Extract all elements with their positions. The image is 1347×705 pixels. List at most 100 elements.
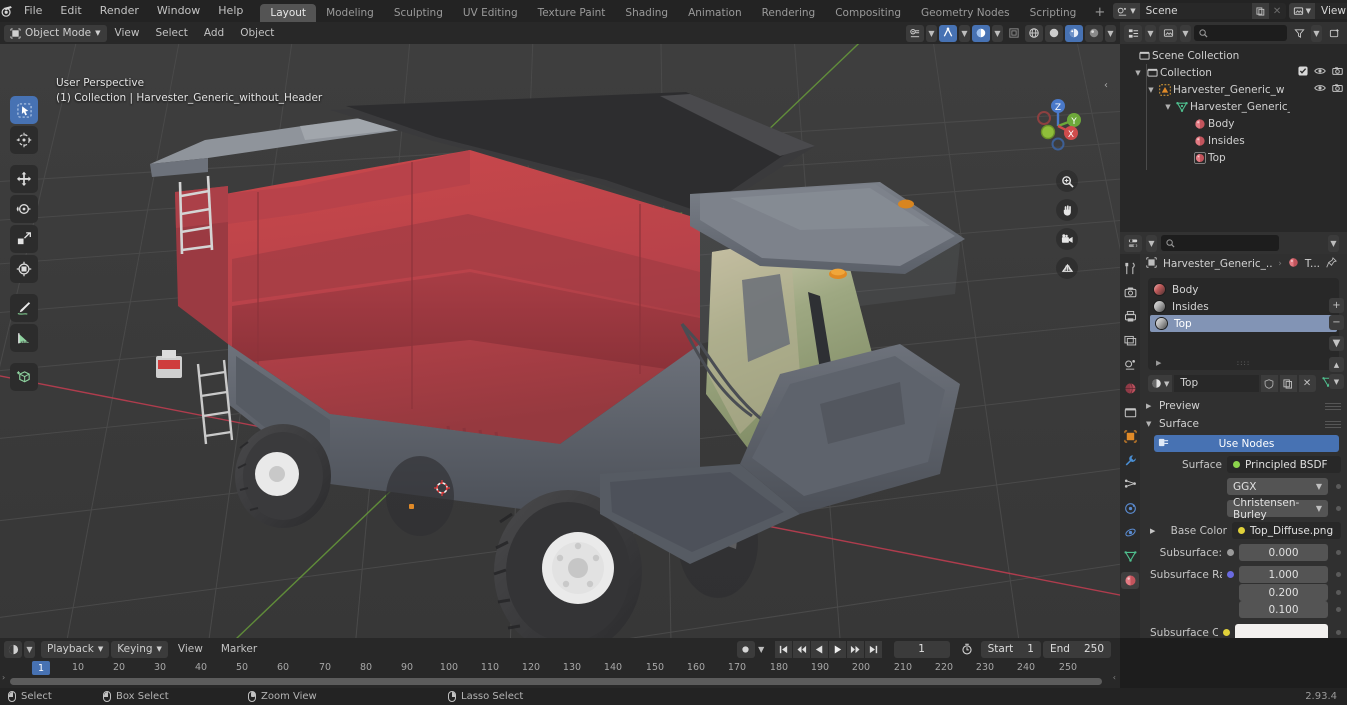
material-name-field[interactable]: Top (1174, 375, 1259, 392)
play-button[interactable] (828, 640, 846, 658)
timeline-ruler[interactable]: 1 10 20 30 40 50 60 70 80 90 100 110 120… (0, 660, 1120, 678)
outliner-row-material-body[interactable]: Body (1120, 115, 1347, 132)
move-tool-icon[interactable] (10, 165, 38, 193)
object-mode-selector[interactable]: Object Mode ▼ (4, 24, 107, 42)
view-layer-icon[interactable]: ▼ (1288, 3, 1316, 19)
timeline-menu-marker[interactable]: Marker (213, 638, 265, 660)
workspace-tab-uv-editing[interactable]: UV Editing (453, 4, 528, 22)
animate-dot[interactable] (1336, 506, 1341, 511)
checkbox-exclude[interactable] (1298, 66, 1308, 79)
solid-shading-icon[interactable] (1025, 24, 1043, 42)
timeline-editor-dropdown[interactable]: ▼ (24, 640, 35, 658)
auto-key-dropdown[interactable]: ▼ (756, 641, 767, 658)
eye-icon[interactable] (1314, 66, 1326, 79)
start-value[interactable]: 1 (1020, 641, 1041, 658)
animate-dot[interactable] (1336, 630, 1341, 635)
keying-menu[interactable]: Keying ▼ (111, 640, 168, 658)
material-slot-body[interactable]: Body (1148, 281, 1339, 298)
animate-dot[interactable] (1336, 550, 1341, 555)
object-data-tab-icon[interactable] (1121, 548, 1139, 565)
outliner-editor[interactable]: ▼ ▼ ▼ Scene Collection ▼ Collection ▼ Ha… (1120, 22, 1347, 232)
physics-tab-icon[interactable] (1121, 500, 1139, 517)
material-tab-icon[interactable] (1121, 572, 1139, 589)
transform-tool-icon[interactable] (10, 255, 38, 283)
subsurface-radius-z-field[interactable]: 0.100 (1239, 601, 1328, 618)
breadcrumb-object-label[interactable]: Harvester_Generic_... (1163, 258, 1272, 270)
workspace-tab-geometry-nodes[interactable]: Geometry Nodes (911, 4, 1020, 22)
timeline-sidebar-toggle[interactable]: › (2, 673, 5, 682)
menu-edit[interactable]: Edit (51, 0, 90, 22)
cursor-tool-icon[interactable] (10, 126, 38, 154)
timeline-editor-type-icon[interactable] (4, 640, 22, 658)
animate-dot[interactable] (1336, 572, 1341, 577)
harvester-model[interactable] (0, 44, 1120, 638)
properties-editor[interactable]: ▼ ▼ Harvester_Generic_... › T... Body In… (1120, 232, 1347, 638)
workspace-tab-sculpting[interactable]: Sculpting (384, 4, 453, 22)
outliner-row-material-insides[interactable]: Insides (1120, 132, 1347, 149)
snap-dropdown[interactable]: ▼ (959, 24, 970, 42)
outliner-filter-icon[interactable] (1290, 25, 1308, 42)
viewport-3d[interactable]: Object Mode ▼ View Select Add Object ▼ ▼… (0, 22, 1120, 638)
outliner-row-harvester-object[interactable]: ▼ Harvester_Generic_witho (1120, 81, 1347, 98)
end-value[interactable]: 250 (1077, 641, 1111, 658)
visibility-dropdown[interactable]: ▼ (926, 24, 937, 42)
xray-dropdown[interactable]: ▼ (992, 24, 1003, 42)
rotate-tool-icon[interactable] (10, 195, 38, 223)
material-slot-list[interactable]: Body Insides Top ▶ :::: (1148, 278, 1339, 370)
workspace-tab-compositing[interactable]: Compositing (825, 4, 911, 22)
auto-keyframe-icon[interactable] (736, 640, 755, 658)
measure-tool-icon[interactable] (10, 324, 38, 352)
camera-icon[interactable] (1332, 83, 1343, 96)
expand-arrow[interactable]: ▼ (1132, 69, 1144, 77)
outliner-scene-dropdown[interactable]: ▼ (1180, 24, 1191, 42)
zoom-icon[interactable] (1056, 170, 1078, 192)
view-layer-tab-icon[interactable] (1121, 332, 1139, 349)
pin-icon[interactable] (1326, 257, 1341, 271)
modifier-tab-icon[interactable] (1121, 452, 1139, 469)
new-scene-button[interactable] (1251, 3, 1269, 19)
menu-help[interactable]: Help (209, 0, 252, 22)
viewport-menu-view[interactable]: View (107, 22, 148, 44)
outliner-row-material-top[interactable]: Top (1120, 149, 1347, 166)
add-workspace-button[interactable]: + (1086, 4, 1113, 22)
browse-material-button[interactable]: ▼ (1148, 375, 1173, 392)
timeline-horizontal-scrollbar[interactable] (10, 678, 1102, 685)
camera-icon[interactable] (1332, 66, 1343, 79)
collection-tab-icon[interactable] (1121, 404, 1139, 421)
outliner-new-collection-icon[interactable] (1325, 25, 1343, 42)
scale-tool-icon[interactable] (10, 225, 38, 253)
constraints-tab-icon[interactable] (1121, 524, 1139, 541)
eye-icon[interactable] (1314, 83, 1326, 96)
list-expand-arrow[interactable]: ▶ (1156, 359, 1161, 367)
animate-dot[interactable] (1336, 484, 1341, 489)
world-tab-icon[interactable] (1121, 380, 1139, 397)
navigation-gizmo[interactable]: Z Y X (1026, 94, 1090, 158)
outliner-row-collection[interactable]: ▼ Collection (1120, 64, 1347, 81)
breadcrumb-material-label[interactable]: T... (1305, 258, 1320, 270)
object-tab-icon[interactable] (1121, 428, 1139, 445)
move-slot-down-button[interactable]: ▼ (1329, 374, 1344, 389)
workspace-tab-animation[interactable]: Animation (678, 4, 752, 22)
viewport-canvas[interactable]: User Perspective (1) Collection | Harves… (0, 44, 1120, 638)
rendered-shading-icon[interactable] (1085, 24, 1103, 42)
solid-mode-icon[interactable] (1045, 24, 1063, 42)
next-keyframe-button[interactable] (846, 640, 864, 658)
base-color-field[interactable]: Top_Diffuse.png (1232, 522, 1341, 539)
scene-selector[interactable]: ▼ Scene ✕ (1113, 3, 1286, 19)
add-material-slot-button[interactable]: + (1329, 298, 1344, 313)
outliner-filter-scene-icon[interactable] (1159, 24, 1177, 42)
grid-icon[interactable] (1056, 257, 1078, 279)
playback-menu[interactable]: Playback ▼ (41, 640, 110, 658)
material-slot-top[interactable]: Top (1150, 315, 1337, 332)
wireframe-shading-icon[interactable] (1005, 25, 1023, 42)
scene-tab-icon[interactable] (1121, 356, 1139, 373)
tool-tab-icon[interactable] (1121, 260, 1139, 277)
playhead[interactable]: 1 (31, 661, 51, 675)
outliner-search-input[interactable] (1194, 25, 1287, 41)
annotate-tool-icon[interactable] (10, 294, 38, 322)
tweak-select-tool-icon[interactable] (10, 96, 38, 124)
properties-editor-type-icon[interactable] (1124, 234, 1142, 252)
material-specials-menu[interactable]: ▼ (1329, 336, 1344, 351)
animate-dot[interactable] (1336, 590, 1341, 595)
timeline-editor[interactable]: ▼ Playback ▼ Keying ▼ View Marker ▼ 1 St… (0, 638, 1120, 688)
